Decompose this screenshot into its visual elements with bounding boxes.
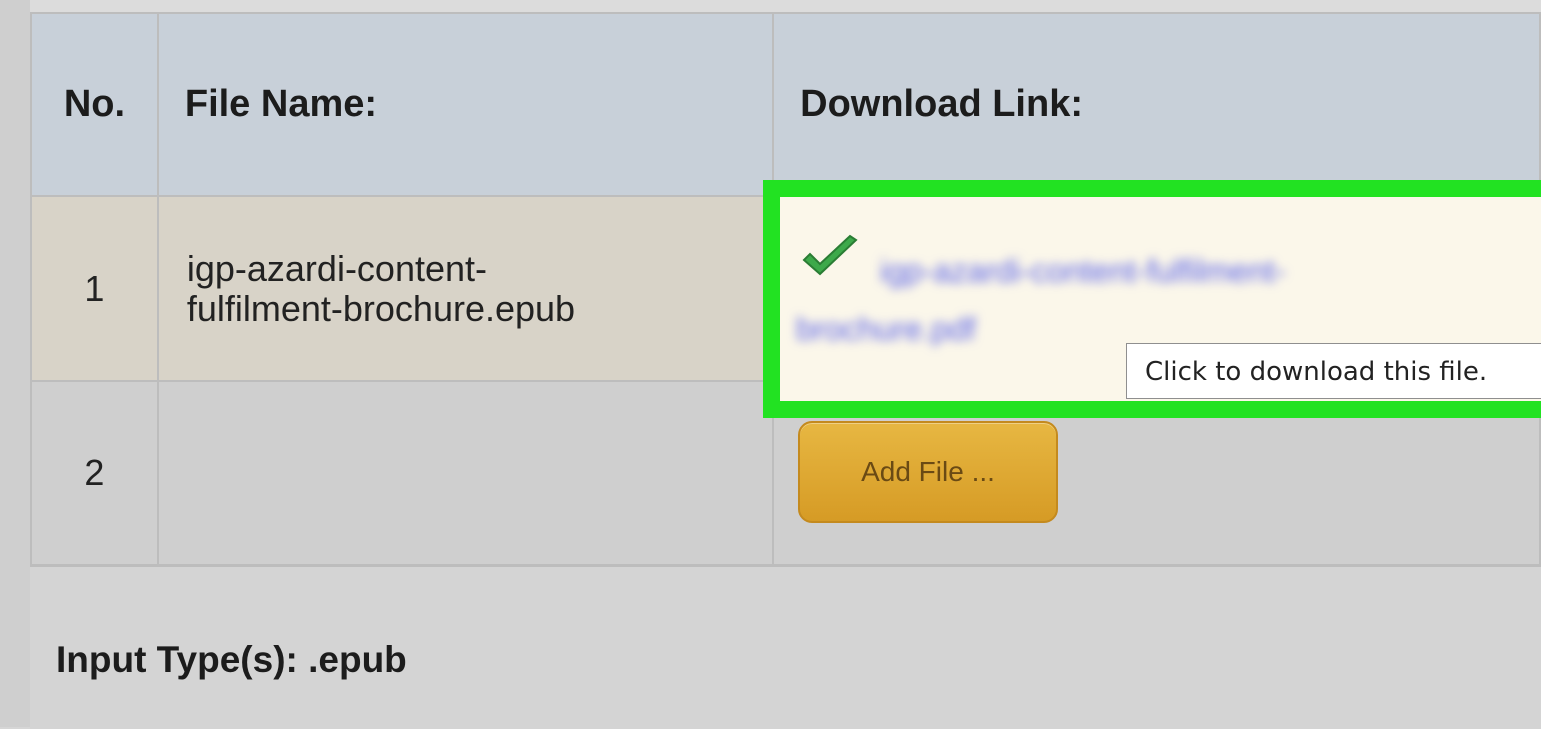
left-border — [0, 0, 31, 727]
row-number: 2 — [30, 380, 159, 566]
file-name-cell: igp-azardi-content- fulfilment-brochure.… — [156, 195, 775, 382]
footer: Input Type(s): .epub — [30, 565, 1541, 729]
download-link-line[interactable]: brochure.pdf — [796, 298, 976, 360]
add-file-button[interactable]: Add File ... — [798, 421, 1058, 523]
file-name-line: igp-azardi-content- — [186, 247, 488, 289]
table-header-row: No. File Name: Download Link: — [30, 12, 1541, 197]
header-file-name: File Name: — [156, 12, 775, 197]
download-tooltip: Click to download this file. — [1126, 343, 1541, 399]
row-number: 1 — [30, 195, 159, 382]
file-name-line: fulfilment-brochure.epub — [186, 287, 576, 329]
header-no: No. — [30, 12, 159, 197]
header-download-link: Download Link: — [772, 12, 1541, 197]
input-types-label: Input Type(s): .epub — [56, 639, 407, 680]
download-link-line[interactable]: igp-azardi-content-fulfilment- — [880, 240, 1286, 302]
file-name-cell-empty — [156, 380, 775, 566]
download-link[interactable]: igp-azardi-content-fulfilment- brochure.… — [792, 240, 1472, 360]
